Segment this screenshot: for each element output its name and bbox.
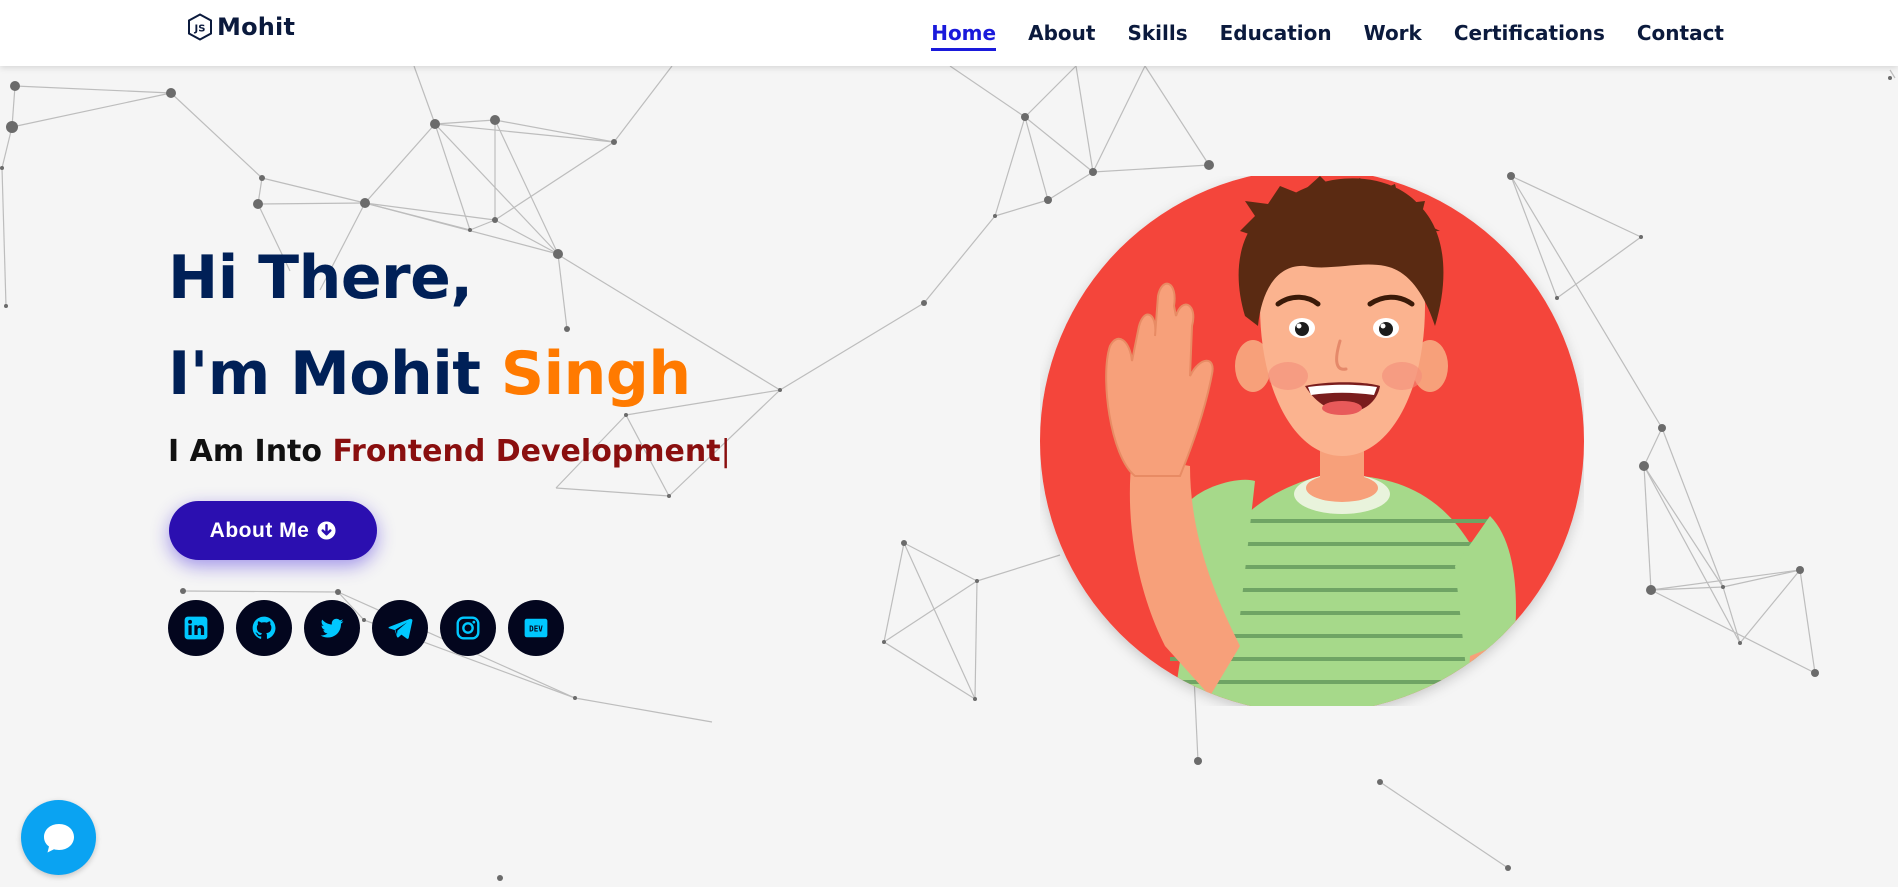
twitter-link[interactable] — [304, 600, 360, 656]
nav-skills[interactable]: Skills — [1127, 15, 1187, 51]
typed-line: I Am Into Frontend Development| — [168, 430, 731, 474]
linkedin-icon — [184, 616, 208, 640]
navbar: JS Mohit Home About Skills Education Wor… — [0, 0, 1898, 66]
nav-links: Home About Skills Education Work Certifi… — [899, 0, 1724, 66]
telegram-icon — [388, 618, 413, 639]
hero-content: Hi There, I'm Mohit Singh I Am Into Fron… — [168, 230, 731, 474]
typed-prefix: I Am Into — [168, 434, 333, 469]
nav-about[interactable]: About — [1028, 15, 1095, 51]
dev-icon-label: DEV — [529, 624, 543, 633]
typed-text: Frontend Development — [332, 434, 721, 469]
telegram-link[interactable] — [372, 600, 428, 656]
hero-greeting: Hi There, — [168, 243, 473, 313]
twitter-icon — [320, 618, 344, 638]
nav-education[interactable]: Education — [1220, 15, 1332, 51]
instagram-link[interactable] — [440, 600, 496, 656]
brand-name: Mohit — [217, 13, 296, 41]
instagram-icon — [456, 616, 480, 640]
brand-logo[interactable]: JS Mohit — [187, 10, 295, 44]
dev-link[interactable]: DEV — [508, 600, 564, 656]
hero-avatar — [1040, 169, 1584, 713]
typed-cursor: | — [720, 434, 731, 469]
linkedin-link[interactable] — [168, 600, 224, 656]
nav-certifications[interactable]: Certifications — [1454, 15, 1605, 51]
about-me-label: About Me — [209, 518, 310, 542]
hero-intro-prefix: I'm Mohit — [168, 339, 501, 409]
waving-boy-illustration — [1040, 169, 1584, 713]
dev-icon: DEV — [524, 618, 548, 638]
nav-home[interactable]: Home — [931, 15, 997, 51]
hero-intro: I'm Mohit Singh — [168, 326, 731, 422]
js-hexagon-icon: JS — [188, 13, 212, 41]
svg-text:JS: JS — [194, 24, 206, 35]
github-link[interactable] — [236, 600, 292, 656]
arrow-circle-down-icon — [317, 521, 336, 540]
hero-surname: Singh — [500, 339, 691, 409]
social-links: DEV — [168, 600, 564, 656]
about-me-button[interactable]: About Me — [169, 501, 377, 560]
github-icon — [252, 616, 276, 639]
nav-contact[interactable]: Contact — [1637, 15, 1724, 51]
chat-bubble-icon — [43, 823, 74, 852]
chat-widget-button[interactable] — [21, 800, 96, 875]
nav-work[interactable]: Work — [1364, 15, 1422, 51]
